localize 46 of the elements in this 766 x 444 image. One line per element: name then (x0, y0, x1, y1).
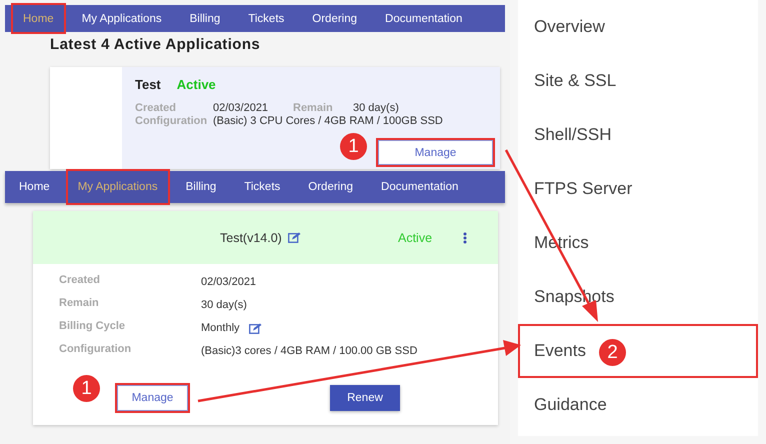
field-label: Configuration (59, 343, 132, 357)
step-badge: 1 (340, 133, 367, 160)
manage-button[interactable]: Manage (117, 385, 188, 411)
more-icon[interactable] (463, 232, 467, 244)
menu-item[interactable]: Guidance (518, 378, 758, 432)
nav-tab[interactable]: Documentation (371, 171, 468, 203)
nav-tab[interactable]: Tickets (234, 171, 290, 203)
field-value: (Basic) 3 CPU Cores / 4GB RAM / 100GB SSD (213, 115, 444, 127)
field-value: 02/03/2021 (201, 276, 256, 288)
field-label: Billing Cycle (59, 320, 126, 334)
app-name: Test (135, 77, 161, 92)
nav-tab[interactable]: Ordering (302, 5, 368, 32)
field-label: Created (135, 102, 177, 114)
field-value: (Basic)3 cores / 4GB RAM / 100.00 GB SSD (201, 345, 418, 357)
field-value: 30 day(s) (201, 299, 247, 311)
field-value: 30 day(s) (353, 102, 400, 114)
field-label: Remain (59, 297, 100, 311)
manage-button[interactable]: Manage (378, 140, 493, 165)
edit-icon[interactable] (248, 322, 262, 334)
status-label: Active (176, 77, 216, 92)
field-label: Remain (293, 102, 334, 114)
nav-tab[interactable]: My Applications (72, 5, 172, 32)
field-value: Monthly (201, 322, 240, 334)
step-badge: 1 (73, 375, 100, 402)
menu-item[interactable]: FTPS Server (518, 162, 758, 216)
field-value: 02/03/2021 (213, 102, 270, 114)
step-badge: 2 (599, 339, 626, 366)
edit-icon[interactable] (288, 232, 301, 243)
menu-item[interactable]: Events 2 (518, 324, 758, 378)
field-label: Configuration (135, 115, 208, 127)
nav-tab[interactable]: Billing (180, 5, 230, 32)
app-title: Test(v14.0) (220, 230, 282, 244)
nav-tab[interactable]: Tickets (238, 5, 294, 32)
nav-tab[interactable]: Billing (176, 171, 226, 203)
renew-button[interactable]: Renew (330, 385, 400, 411)
menu-item[interactable]: Shell/SSH (518, 108, 758, 162)
nav-tab[interactable]: Home (13, 5, 64, 32)
section-heading: Latest 4 Active Applications (50, 36, 262, 53)
menu-item[interactable]: Site & SSL (518, 54, 758, 108)
nav-tab[interactable]: Home (9, 171, 60, 203)
field-label: Created (59, 274, 101, 288)
nav-tab[interactable]: Documentation (375, 5, 472, 32)
menu-item[interactable]: Overview (518, 0, 758, 54)
nav-tab[interactable]: Ordering (298, 171, 364, 203)
status-label: Active (398, 230, 434, 244)
nav-tab[interactable]: My Applications (68, 171, 168, 203)
